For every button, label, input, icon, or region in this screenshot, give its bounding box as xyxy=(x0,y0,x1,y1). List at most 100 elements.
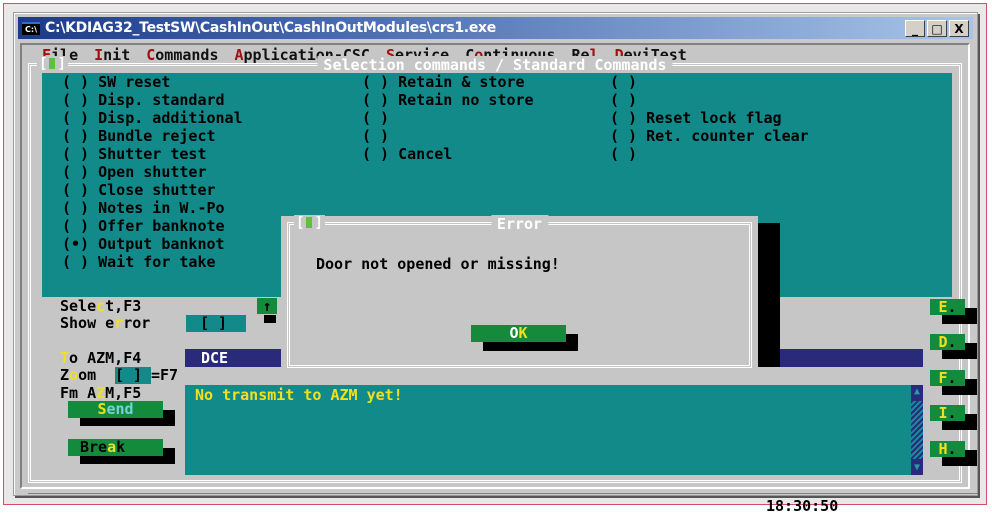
option-label: Disp. additional xyxy=(98,109,243,127)
log-scrollbar[interactable]: ▲ ▼ xyxy=(911,385,923,475)
hotkey: o xyxy=(69,366,79,384)
radio-button[interactable]: ( ) xyxy=(62,73,89,91)
option-label: Retain & store xyxy=(398,73,525,91)
option-label: Cancel xyxy=(398,145,453,163)
radio-button[interactable]: ( ) xyxy=(62,109,89,127)
side-button-label: E. xyxy=(930,299,965,316)
option-label: Close shutter xyxy=(98,181,216,199)
frame-close-marker[interactable]: [] xyxy=(37,56,68,72)
radio-button[interactable]: ( ) xyxy=(362,73,389,91)
radio-button[interactable]: ( ) xyxy=(62,145,89,163)
side-button-label: D. xyxy=(930,334,965,351)
frame-title: Selection commands / Standard Commands xyxy=(317,56,673,74)
option-retain-and-store[interactable]: ( ) Retain & store xyxy=(362,73,525,91)
to-azm-f4-label[interactable]: To AZM,F4 xyxy=(60,349,141,367)
option-empty[interactable]: ( ) xyxy=(610,73,637,91)
send-button-label: Send xyxy=(68,401,163,418)
option-label: Retain no store xyxy=(398,91,534,109)
window-title: C:\KDIAG32_TestSW\CashInOut\CashInOutMod… xyxy=(45,20,496,36)
option-label: Disp. standard xyxy=(98,91,225,109)
option-label: Shutter test xyxy=(98,145,207,163)
console-app-icon[interactable]: C:\ xyxy=(22,21,40,35)
scroll-track[interactable] xyxy=(911,401,923,459)
zoom-checkbox[interactable]: [ ] xyxy=(115,367,151,384)
show-error-label: Show error xyxy=(60,314,151,332)
dialog-close-marker[interactable]: [] xyxy=(294,215,325,231)
option-empty[interactable]: ( ) xyxy=(362,109,389,127)
hotkey: r xyxy=(114,314,124,332)
scroll-up-arrow-icon[interactable]: ▲ xyxy=(911,385,923,399)
up-arrow-icon: ↑ xyxy=(257,298,277,315)
transmit-log[interactable]: No transmit to AZM yet! ▲ ▼ xyxy=(185,385,923,475)
option-open-shutter[interactable]: ( ) Open shutter xyxy=(62,163,207,181)
console-client-area: File Init Commands Application-CSC Servi… xyxy=(20,43,978,515)
radio-button[interactable]: ( ) xyxy=(362,109,389,127)
radio-button[interactable]: ( ) xyxy=(610,127,637,145)
option-disp-standard[interactable]: ( ) Disp. standard xyxy=(62,91,225,109)
radio-button[interactable]: ( ) xyxy=(62,217,89,235)
radio-button[interactable]: ( ) xyxy=(62,91,89,109)
maximize-button[interactable]: □ xyxy=(927,20,947,37)
option-output-banknote[interactable]: (•) Output banknot xyxy=(62,235,225,253)
option-bundle-reject[interactable]: ( ) Bundle reject xyxy=(62,127,216,145)
radio-button[interactable]: ( ) xyxy=(62,181,89,199)
minimize-button[interactable]: _ xyxy=(905,20,925,37)
option-label: Wait for take xyxy=(98,253,216,271)
option-reset-lock-flag[interactable]: ( ) Reset lock flag xyxy=(610,109,782,127)
radio-button[interactable]: ( ) xyxy=(362,127,389,145)
option-wait-for-take[interactable]: ( ) Wait for take xyxy=(62,253,216,271)
option-shutter-test[interactable]: ( ) Shutter test xyxy=(62,145,207,163)
radio-button[interactable]: ( ) xyxy=(62,253,89,271)
scroll-down-arrow-icon[interactable]: ▼ xyxy=(911,461,923,475)
option-label: Open shutter xyxy=(98,163,207,181)
button-shadow xyxy=(264,315,276,323)
option-label: Ret. counter clear xyxy=(646,127,809,145)
option-cancel[interactable]: ( ) Cancel xyxy=(362,145,452,163)
option-retain-no-store[interactable]: ( ) Retain no store xyxy=(362,91,534,109)
clock: 18:30:50 xyxy=(766,497,839,515)
log-message: No transmit to AZM yet! xyxy=(195,386,403,404)
zoom-label: Zoom xyxy=(60,366,97,384)
menu-commands[interactable]: Commands xyxy=(146,46,219,64)
option-label: Reset lock flag xyxy=(646,109,782,127)
option-label: Bundle reject xyxy=(98,127,216,145)
option-offer-banknote[interactable]: ( ) Offer banknote xyxy=(62,217,225,235)
side-button-label: H. xyxy=(930,441,965,458)
radio-button[interactable]: ( ) xyxy=(62,163,89,181)
menu-init[interactable]: Init xyxy=(94,46,130,64)
window-marker-icon xyxy=(306,217,313,228)
menu-label: ommands xyxy=(155,46,219,64)
ok-button-label: OK xyxy=(471,325,566,342)
option-notes-in-w-po[interactable]: ( ) Notes in W.-Po xyxy=(62,199,225,217)
title-bar[interactable]: C:\ C:\KDIAG32_TestSW\CashInOut\CashInOu… xyxy=(18,17,973,39)
side-button-label: I. xyxy=(930,405,965,422)
option-label: SW reset xyxy=(98,73,171,91)
option-label: Offer banknote xyxy=(98,217,225,235)
radio-button[interactable]: ( ) xyxy=(362,145,389,163)
radio-button[interactable]: ( ) xyxy=(62,127,89,145)
option-close-shutter[interactable]: ( ) Close shutter xyxy=(62,181,216,199)
radio-button[interactable]: ( ) xyxy=(610,145,637,163)
menu-hotkey: A xyxy=(234,46,244,64)
option-sw-reset[interactable]: ( ) SW reset xyxy=(62,73,170,91)
option-empty[interactable]: ( ) xyxy=(610,145,637,163)
radio-button-selected[interactable]: (•) xyxy=(62,235,89,253)
radio-button[interactable]: ( ) xyxy=(610,73,637,91)
radio-button[interactable]: ( ) xyxy=(610,91,637,109)
option-ret-counter-clear[interactable]: ( ) Ret. counter clear xyxy=(610,127,809,145)
show-error-checkbox[interactable]: [ ] xyxy=(186,315,246,332)
error-dialog-title: Error xyxy=(490,215,549,233)
close-button[interactable]: X xyxy=(949,20,969,37)
console-window: C:\ C:\KDIAG32_TestSW\CashInOut\CashInOu… xyxy=(13,12,978,515)
radio-button[interactable]: ( ) xyxy=(610,109,637,127)
error-dialog: [] Error Door not opened or missing! OK xyxy=(281,215,758,373)
error-message: Door not opened or missing! xyxy=(316,255,560,273)
option-disp-additional[interactable]: ( ) Disp. additional xyxy=(62,109,243,127)
option-empty[interactable]: ( ) xyxy=(362,127,389,145)
select-f3-label[interactable]: Select,F3 xyxy=(60,297,141,315)
zoom-f7-suffix: =F7 xyxy=(151,366,179,384)
radio-button[interactable]: ( ) xyxy=(62,199,89,217)
radio-button[interactable]: ( ) xyxy=(362,91,389,109)
option-empty[interactable]: ( ) xyxy=(610,91,637,109)
close-icon: X xyxy=(954,21,964,36)
